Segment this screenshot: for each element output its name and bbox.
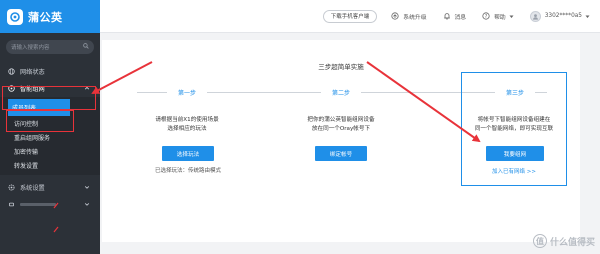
avatar bbox=[529, 10, 541, 22]
messages-label: 消息 bbox=[454, 14, 467, 21]
create-network-button[interactable]: 我要组网 bbox=[486, 146, 544, 161]
system-upgrade-link[interactable]: 系统升级 bbox=[391, 12, 427, 21]
step-2-description: 把你的蒲公英智能组网设备 放在同一个Oray帐号下 bbox=[286, 116, 396, 133]
step-3-desc-line2: 同一个智能网络，即可实现互联 bbox=[474, 125, 554, 132]
watermark-logo-icon: 值 bbox=[532, 234, 547, 248]
sidebar-item-label: 网络状态 bbox=[20, 69, 45, 76]
step-1-description: 请根据当前X1的使用场景 选择相应的玩法 bbox=[132, 116, 242, 133]
step-3-description: 将帐号下智能组网设备组建在 同一个智能网络，即可实现互联 bbox=[459, 116, 569, 133]
step-3-label: 第三步 bbox=[495, 88, 535, 97]
caret-down-icon bbox=[509, 14, 514, 19]
sidebar-sub-item-encrypted-transfer[interactable]: 加密传输 bbox=[0, 144, 100, 158]
sidebar-item-unlabeled[interactable] bbox=[0, 196, 100, 213]
sidebar-item-label: 系统设置 bbox=[20, 185, 45, 192]
selected-mode-note: 已选择玩法：传统路由模式 bbox=[154, 168, 221, 174]
messages-link[interactable]: 消息 bbox=[443, 12, 467, 21]
upgrade-icon bbox=[391, 12, 399, 20]
step-1-label: 第一步 bbox=[167, 88, 207, 97]
sidebar-item-label bbox=[20, 203, 56, 206]
step-2-desc-line1: 把你的蒲公英智能组网设备 bbox=[307, 117, 375, 123]
watermark: 值 什么值得买 bbox=[532, 234, 595, 248]
account-menu[interactable]: 3302****0a5 bbox=[529, 10, 590, 22]
sidebar-sub-item-forwarding[interactable]: 转发设置 bbox=[0, 158, 100, 172]
watermark-text: 什么值得买 bbox=[549, 237, 595, 248]
search-icon bbox=[83, 43, 89, 51]
sidebar-search-placeholder: 请输入搜索内容 bbox=[11, 45, 50, 51]
dandelion-logo-icon bbox=[7, 8, 23, 25]
gear-icon bbox=[8, 184, 15, 191]
plug-icon bbox=[8, 201, 15, 208]
help-icon: ? bbox=[482, 12, 490, 20]
step-3-desc-line1: 将帐号下智能组网设备组建在 bbox=[477, 117, 551, 123]
bind-account-button[interactable]: 绑定帐号 bbox=[315, 146, 367, 161]
choose-mode-button[interactable]: 选择玩法 bbox=[162, 146, 214, 161]
top-bar: 下载手机客户端 系统升级 消息 ? 帮助 3302****0a5 bbox=[100, 0, 600, 33]
sidebar-item-system-settings[interactable]: 系统设置 bbox=[0, 179, 100, 196]
system-upgrade-label: 系统升级 bbox=[403, 14, 427, 21]
setup-steps-card: 三步超简单实施 第一步 请根据当前X1的使用场景 选择相应的玩法 选择玩法 已选… bbox=[102, 40, 580, 242]
sidebar-search-input[interactable]: 请输入搜索内容 bbox=[6, 40, 94, 54]
step-1-desc-line1: 请根据当前X1的使用场景 bbox=[155, 117, 219, 123]
page-title: 三步超简单实施 bbox=[318, 63, 364, 71]
chevron-down-icon bbox=[84, 184, 90, 190]
sidebar-sub-item-restart-service[interactable]: 重启组网服务 bbox=[0, 130, 100, 144]
sidebar-item-network-status[interactable]: 网络状态 bbox=[0, 63, 100, 80]
annotation-box-smart-networking bbox=[2, 86, 96, 110]
step-1-desc-line2: 选择相应的玩法 bbox=[167, 125, 207, 132]
help-label: 帮助 bbox=[494, 14, 506, 21]
globe-icon bbox=[8, 68, 15, 75]
app-logo[interactable]: 蒲公英 bbox=[0, 0, 100, 33]
app-name: 蒲公英 bbox=[28, 10, 63, 24]
chevron-down-icon bbox=[84, 201, 90, 207]
caret-down-icon bbox=[585, 14, 590, 19]
step-2-desc-line2: 放在同一个Oray帐号下 bbox=[311, 125, 371, 132]
account-label: 3302****0a5 bbox=[544, 13, 582, 19]
annotation-box-member-list bbox=[6, 110, 74, 132]
bell-icon bbox=[443, 12, 451, 20]
join-existing-network-link[interactable]: 加入已有网络 >> bbox=[459, 167, 569, 175]
step-2-label: 第二步 bbox=[321, 88, 361, 97]
help-menu[interactable]: ? 帮助 bbox=[482, 12, 514, 21]
download-app-button[interactable]: 下载手机客户端 bbox=[322, 9, 378, 23]
